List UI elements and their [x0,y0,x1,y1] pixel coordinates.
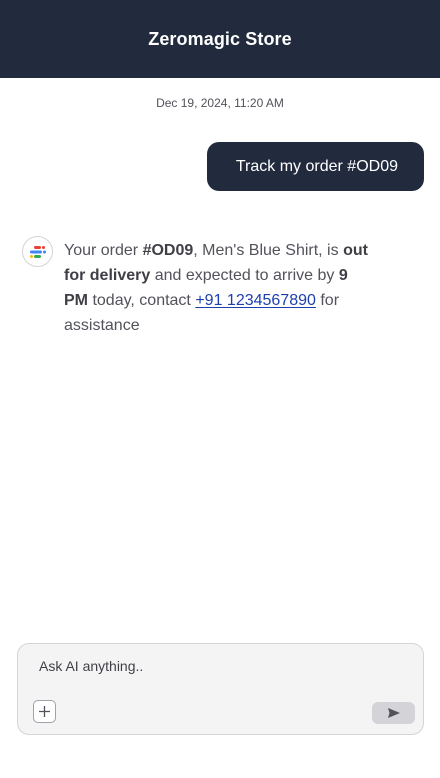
add-attachment-button[interactable] [33,700,56,723]
bot-text-part: and expected to arrive by [150,267,339,284]
order-id: #OD09 [142,242,194,259]
chat-input[interactable] [39,655,379,677]
store-title: Zeromagic Store [148,28,292,49]
bot-message-text: Your order #OD09, Men's Blue Shirt, is o… [64,238,374,338]
bot-text-part: today, contact [88,292,196,309]
bot-avatar [22,236,53,267]
bot-logo-icon [29,245,46,258]
app-header: Zeromagic Store [0,0,440,78]
send-button[interactable] [372,702,415,724]
chat-app: Zeromagic Store Dec 19, 2024, 11:20 AM T… [0,0,440,778]
plus-icon [39,706,50,717]
user-message-text: Track my order #OD09 [235,157,398,175]
user-message-bubble: Track my order #OD09 [206,142,424,191]
send-icon [387,708,400,718]
bot-text-part: Your order [64,242,143,259]
support-phone-link[interactable]: +91 1234567890 [195,292,316,309]
bot-text-part: , Men's Blue Shirt, is [193,242,344,259]
message-composer [17,643,424,735]
message-timestamp: Dec 19, 2024, 11:20 AM [156,96,284,110]
